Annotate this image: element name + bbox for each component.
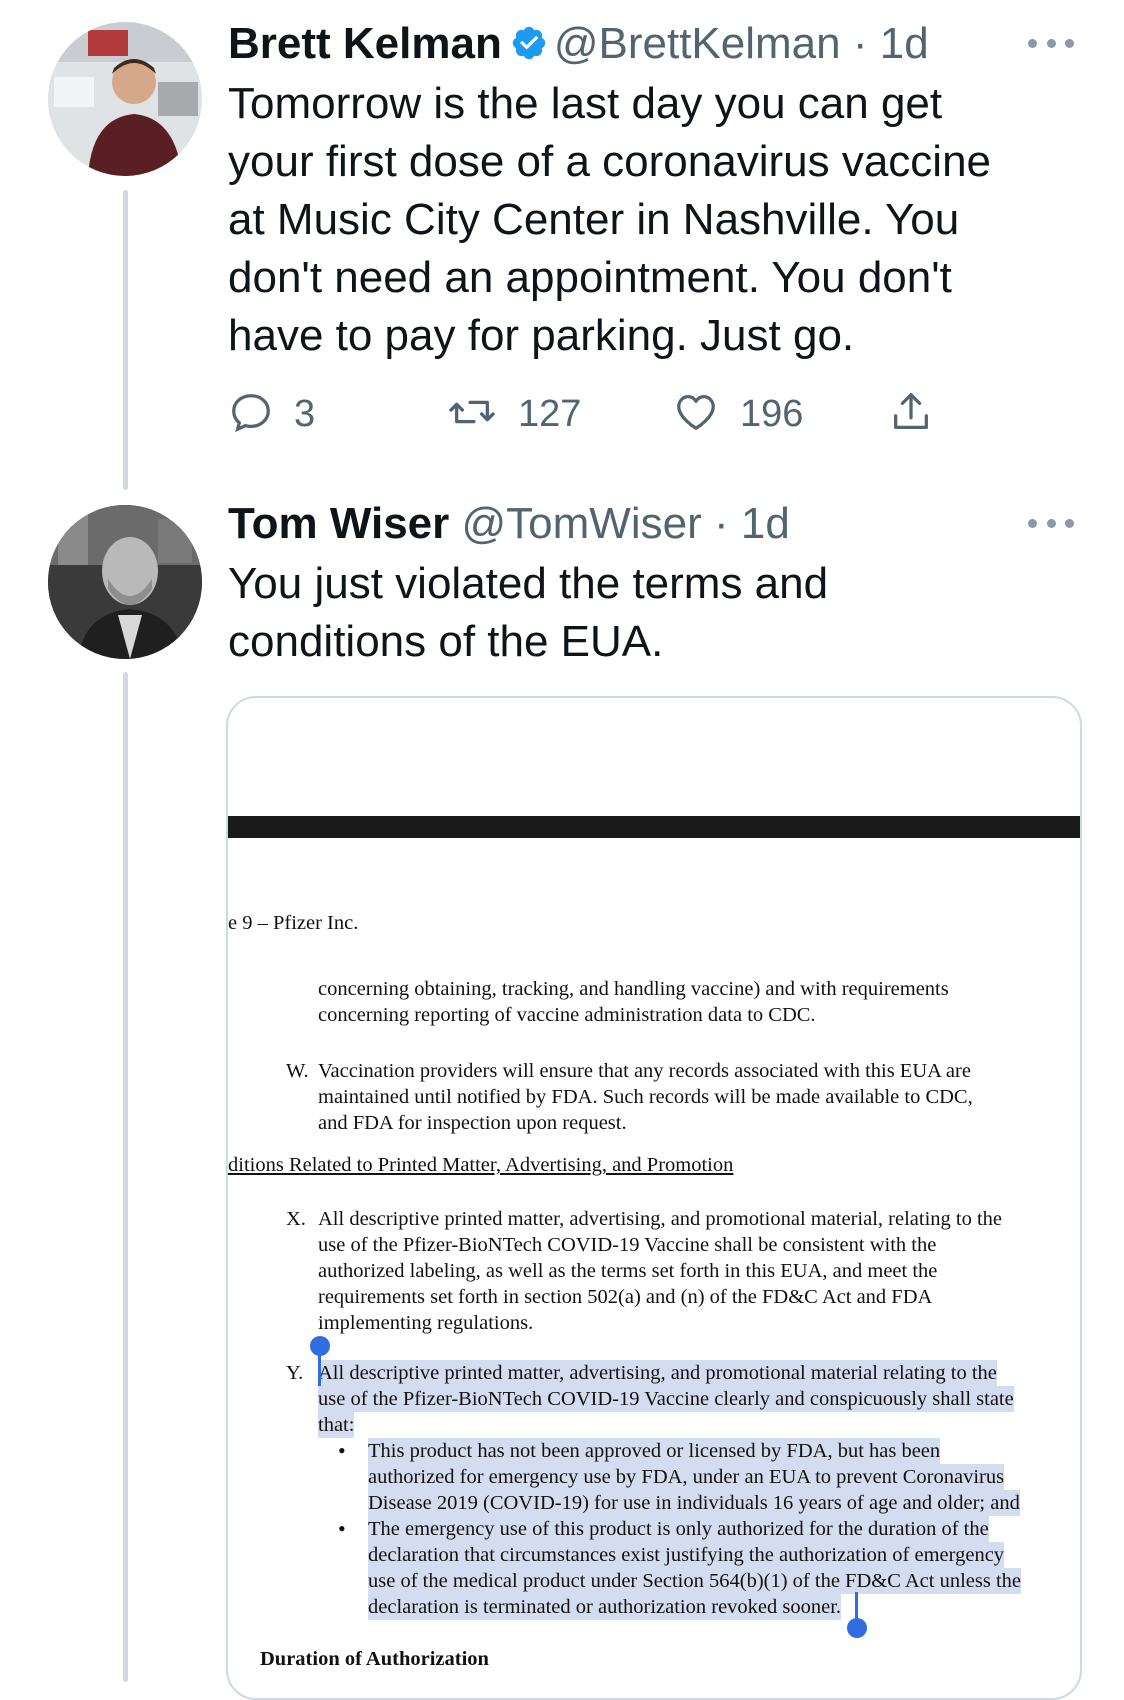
author-name[interactable]: Tom Wiser <box>228 499 449 548</box>
selected-line[interactable]: that: <box>318 1412 355 1438</box>
retweet-icon <box>446 389 498 440</box>
item-label-w: W. <box>286 1060 309 1082</box>
reply-count: 3 <box>294 392 316 435</box>
share-button[interactable] <box>888 386 934 442</box>
avatar-tom-wiser[interactable] <box>48 505 202 659</box>
verified-badge-icon <box>510 24 548 70</box>
reply-button[interactable]: 3 <box>228 386 315 442</box>
tweet-header: Tom Wiser @TomWiser · 1d <box>228 502 790 546</box>
tweet-actions: 3 127 196 <box>228 386 968 442</box>
selected-line[interactable]: use of the medical product under Section… <box>368 1568 1022 1594</box>
bullet-icon: • <box>338 1516 346 1541</box>
selected-line[interactable]: authorized for emergency use by FDA, und… <box>368 1464 1005 1490</box>
retweet-count: 127 <box>518 392 582 435</box>
thread-line <box>123 672 128 1682</box>
tweet-text-line: your first dose of a coronavirus vaccine <box>228 137 992 186</box>
tweet-text-line: don't need an appointment. You don't <box>228 253 952 302</box>
author-handle[interactable]: @BrettKelman <box>554 19 841 68</box>
doc-line: maintained until notified by FDA. Such r… <box>318 1086 973 1108</box>
doc-line: and FDA for inspection upon request. <box>318 1112 627 1134</box>
selected-line[interactable]: Disease 2019 (COVID-19) for use in indiv… <box>368 1490 1020 1516</box>
tweet-text: You just violated the terms and conditio… <box>228 555 1068 671</box>
item-label-x: X. <box>286 1208 306 1230</box>
tweet-text-line: Tomorrow is the last day you can get <box>228 79 943 128</box>
share-icon <box>888 389 934 440</box>
thread-line <box>123 190 128 490</box>
avatar-brett-kelman[interactable] <box>48 22 202 176</box>
tweet-text-line: at Music City Center in Nashville. You <box>228 195 960 244</box>
attached-image[interactable]: e 9 – Pfizer Inc. concerning obtaining, … <box>226 696 1082 1700</box>
more-icon[interactable] <box>1028 36 1074 50</box>
doc-line: use of the Pfizer-BioNTech COVID-19 Vacc… <box>318 1234 937 1256</box>
document-bar <box>228 816 1080 838</box>
tweet-header: Brett Kelman @BrettKelman · 1d <box>228 22 929 70</box>
document-page: e 9 – Pfizer Inc. concerning obtaining, … <box>228 698 1080 1698</box>
doc-line: Vaccination providers will ensure that a… <box>318 1060 971 1082</box>
doc-line: concerning reporting of vaccine administ… <box>318 1004 816 1026</box>
selected-line[interactable]: declaration that circumstances exist jus… <box>368 1542 1005 1568</box>
page-header: e 9 – Pfizer Inc. <box>228 912 359 934</box>
doc-line: requirements set forth in section 502(a)… <box>318 1286 933 1308</box>
selected-line[interactable]: The emergency use of this product is onl… <box>368 1516 989 1542</box>
doc-line: concerning obtaining, tracking, and hand… <box>318 978 949 1000</box>
more-icon[interactable] <box>1028 516 1074 530</box>
doc-line: All descriptive printed matter, advertis… <box>318 1208 1003 1230</box>
selected-line[interactable]: use of the Pfizer-BioNTech COVID-19 Vacc… <box>318 1386 1014 1412</box>
tweet-text-line: You just violated the terms and <box>228 559 829 608</box>
like-icon <box>672 389 720 440</box>
tweet-text-line: conditions of the EUA. <box>228 617 664 666</box>
selected-line[interactable]: All descriptive printed matter, advertis… <box>318 1360 997 1386</box>
like-count: 196 <box>740 392 804 435</box>
selected-line[interactable]: declaration is terminated or authorizati… <box>368 1594 842 1620</box>
retweet-button[interactable]: 127 <box>446 386 581 442</box>
selected-line[interactable]: This product has not been approved or li… <box>368 1438 941 1464</box>
item-label-y: Y. <box>286 1362 304 1384</box>
reply-icon <box>228 389 274 440</box>
author-handle[interactable]: @TomWiser <box>462 499 702 548</box>
tweet-time[interactable]: · 1d <box>714 499 790 548</box>
doc-line: authorized labeling, as well as the term… <box>318 1260 938 1282</box>
author-name[interactable]: Brett Kelman <box>228 19 502 68</box>
doc-line: implementing regulations. <box>318 1312 534 1334</box>
tweet-text-line: have to pay for parking. Just go. <box>228 311 855 360</box>
duration-heading: Duration of Authorization <box>260 1648 489 1670</box>
section-heading: ditions Related to Printed Matter, Adver… <box>228 1154 734 1176</box>
tweet-time[interactable]: · 1d <box>853 19 929 68</box>
tweet-text: Tomorrow is the last day you can get you… <box>228 75 1068 365</box>
like-button[interactable]: 196 <box>672 386 803 442</box>
selection-start-caret <box>318 1348 321 1386</box>
selection-end-handle[interactable] <box>847 1618 867 1638</box>
bullet-icon: • <box>338 1438 346 1463</box>
